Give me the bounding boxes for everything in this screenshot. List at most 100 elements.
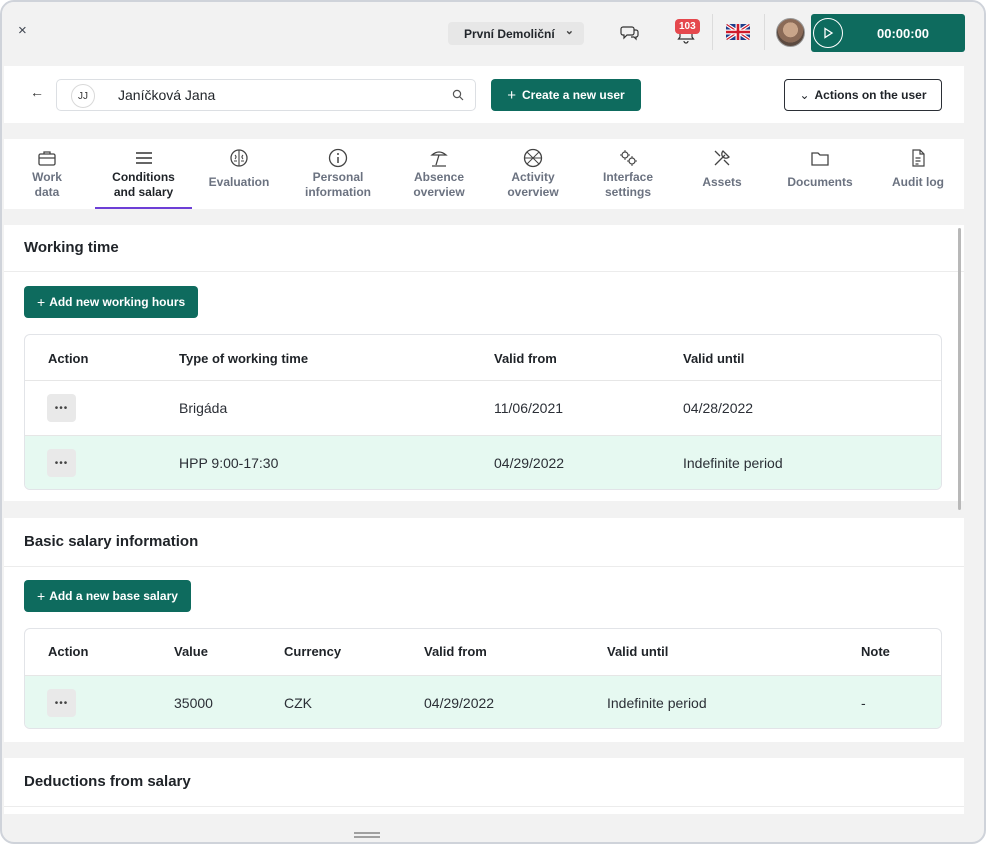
tab-label: settings <box>604 185 651 199</box>
tab-label: overview <box>507 185 559 199</box>
add-base-salary-label: Add a new base salary <box>49 589 178 603</box>
timer-value: 00:00:00 <box>877 26 930 41</box>
ball-icon <box>523 148 543 168</box>
avatar[interactable] <box>776 18 805 47</box>
user-search-select[interactable]: JJ Janíčková Jana <box>56 79 476 111</box>
tab-interface-settings[interactable]: Interface settings <box>588 139 668 209</box>
working-time-section: Working time + Add new working hours Act… <box>4 225 964 501</box>
column-header: Note <box>861 644 890 659</box>
valid-from: 04/29/2022 <box>424 695 495 711</box>
add-working-hours-button[interactable]: + Add new working hours <box>24 286 199 318</box>
tab-label: Activity <box>511 170 555 184</box>
table-row: ••• HPP 9:00-17:30 04/29/2022 Indefinite… <box>25 435 941 489</box>
user-toolbar: ← JJ Janíčková Jana + Create a new user … <box>4 66 964 123</box>
selected-user-name: Janíčková Jana <box>118 87 216 103</box>
salary-value: 35000 <box>174 695 213 711</box>
row-actions-button[interactable]: ••• <box>47 689 76 717</box>
valid-until: Indefinite period <box>607 695 707 711</box>
document-icon <box>912 149 925 167</box>
row-actions-button[interactable]: ••• <box>47 394 76 422</box>
divider <box>712 14 713 50</box>
column-header: Action <box>48 351 89 366</box>
top-bar: × První Demoliční ⌄ 103 00:00:00 <box>2 2 984 64</box>
tab-label: and salary <box>113 185 174 199</box>
valid-from: 11/06/2021 <box>494 400 564 416</box>
plus-icon: + <box>507 86 517 104</box>
user-initials-avatar: JJ <box>71 84 95 108</box>
salary-note: - <box>861 695 866 711</box>
add-base-salary-button[interactable]: + Add a new base salary <box>24 580 191 612</box>
tab-label: Assets <box>702 175 742 189</box>
tab-label: data <box>34 185 60 199</box>
tab-label: Evaluation <box>208 175 270 189</box>
tab-label: Documents <box>787 175 853 189</box>
company-selector[interactable]: První Demoliční ⌄ <box>448 22 584 45</box>
chat-icon[interactable] <box>620 22 640 42</box>
brain-icon <box>230 149 248 167</box>
chevron-down-icon: ⌄ <box>564 25 574 37</box>
salary-currency: CZK <box>284 695 312 711</box>
close-icon[interactable]: × <box>18 22 27 39</box>
plus-icon: + <box>37 588 46 604</box>
tab-evaluation[interactable]: Evaluation <box>200 139 278 209</box>
divider <box>4 271 964 272</box>
tab-personal-information[interactable]: Personal information <box>290 139 386 209</box>
notification-badge: 103 <box>675 19 700 34</box>
column-header: Valid from <box>424 644 487 659</box>
column-header: Type of working time <box>179 351 309 366</box>
section-title: Deductions from salary <box>24 773 191 790</box>
tab-label: information <box>305 185 371 199</box>
tab-work-data[interactable]: Work data <box>14 139 80 209</box>
create-user-label: Create a new user <box>522 88 625 102</box>
tab-assets[interactable]: Assets <box>688 139 756 209</box>
tab-documents[interactable]: Documents <box>776 139 864 209</box>
tab-audit-log[interactable]: Audit log <box>880 139 956 209</box>
salary-table: Action Value Currency Valid from Valid u… <box>24 628 942 729</box>
user-actions-button[interactable]: ⌄ Actions on the user <box>784 79 942 111</box>
section-title: Basic salary information <box>24 533 199 550</box>
divider <box>4 806 964 807</box>
tab-activity-overview[interactable]: Activity overview <box>494 139 572 209</box>
chevron-down-icon: ⌄ <box>799 88 810 102</box>
app-window: × První Demoliční ⌄ 103 00:00:00 ← JJ Ja… <box>0 0 986 844</box>
tab-label: overview <box>413 185 465 199</box>
divider <box>764 14 765 50</box>
uk-flag-icon[interactable] <box>726 24 750 40</box>
briefcase-icon <box>38 151 56 166</box>
add-working-hours-label: Add new working hours <box>49 295 186 309</box>
back-arrow-icon[interactable]: ← <box>30 84 44 100</box>
tab-conditions-and-salary[interactable]: Conditions and salary <box>95 139 192 209</box>
working-time-type: Brigáda <box>179 400 228 416</box>
section-title: Working time <box>24 239 119 256</box>
basic-salary-section: Basic salary information + Add a new bas… <box>4 518 964 742</box>
cogs-icon <box>620 150 637 166</box>
user-actions-label: Actions on the user <box>814 88 927 102</box>
valid-from: 04/29/2022 <box>494 455 565 471</box>
menu-icon <box>135 152 152 164</box>
tools-icon <box>714 150 730 166</box>
working-time-type: HPP 9:00-17:30 <box>179 455 279 471</box>
scrollbar[interactable] <box>958 228 961 510</box>
column-header: Valid from <box>494 351 557 366</box>
tab-label: Conditions <box>112 170 175 184</box>
folder-icon <box>811 152 829 166</box>
valid-until: 04/28/2022 <box>683 400 754 416</box>
column-header: Action <box>48 644 89 659</box>
tab-label: Work <box>32 170 62 184</box>
info-icon <box>328 148 348 168</box>
create-user-button[interactable]: + Create a new user <box>491 79 641 111</box>
row-actions-button[interactable]: ••• <box>47 449 76 477</box>
plus-icon: + <box>37 294 46 310</box>
tab-bar: Work data Conditions and salary Evaluati… <box>4 139 964 209</box>
deductions-section: Deductions from salary <box>4 758 964 814</box>
time-tracker[interactable]: 00:00:00 <box>811 14 965 52</box>
play-icon[interactable] <box>813 18 843 48</box>
column-header: Valid until <box>607 644 669 659</box>
tab-label: Audit log <box>892 175 944 189</box>
tab-absence-overview[interactable]: Absence overview <box>400 139 478 209</box>
column-header: Valid until <box>683 351 745 366</box>
column-header: Value <box>174 644 208 659</box>
tab-label: Absence <box>413 170 465 184</box>
resize-handle-icon[interactable] <box>354 832 380 838</box>
company-name: První Demoliční <box>464 26 555 41</box>
